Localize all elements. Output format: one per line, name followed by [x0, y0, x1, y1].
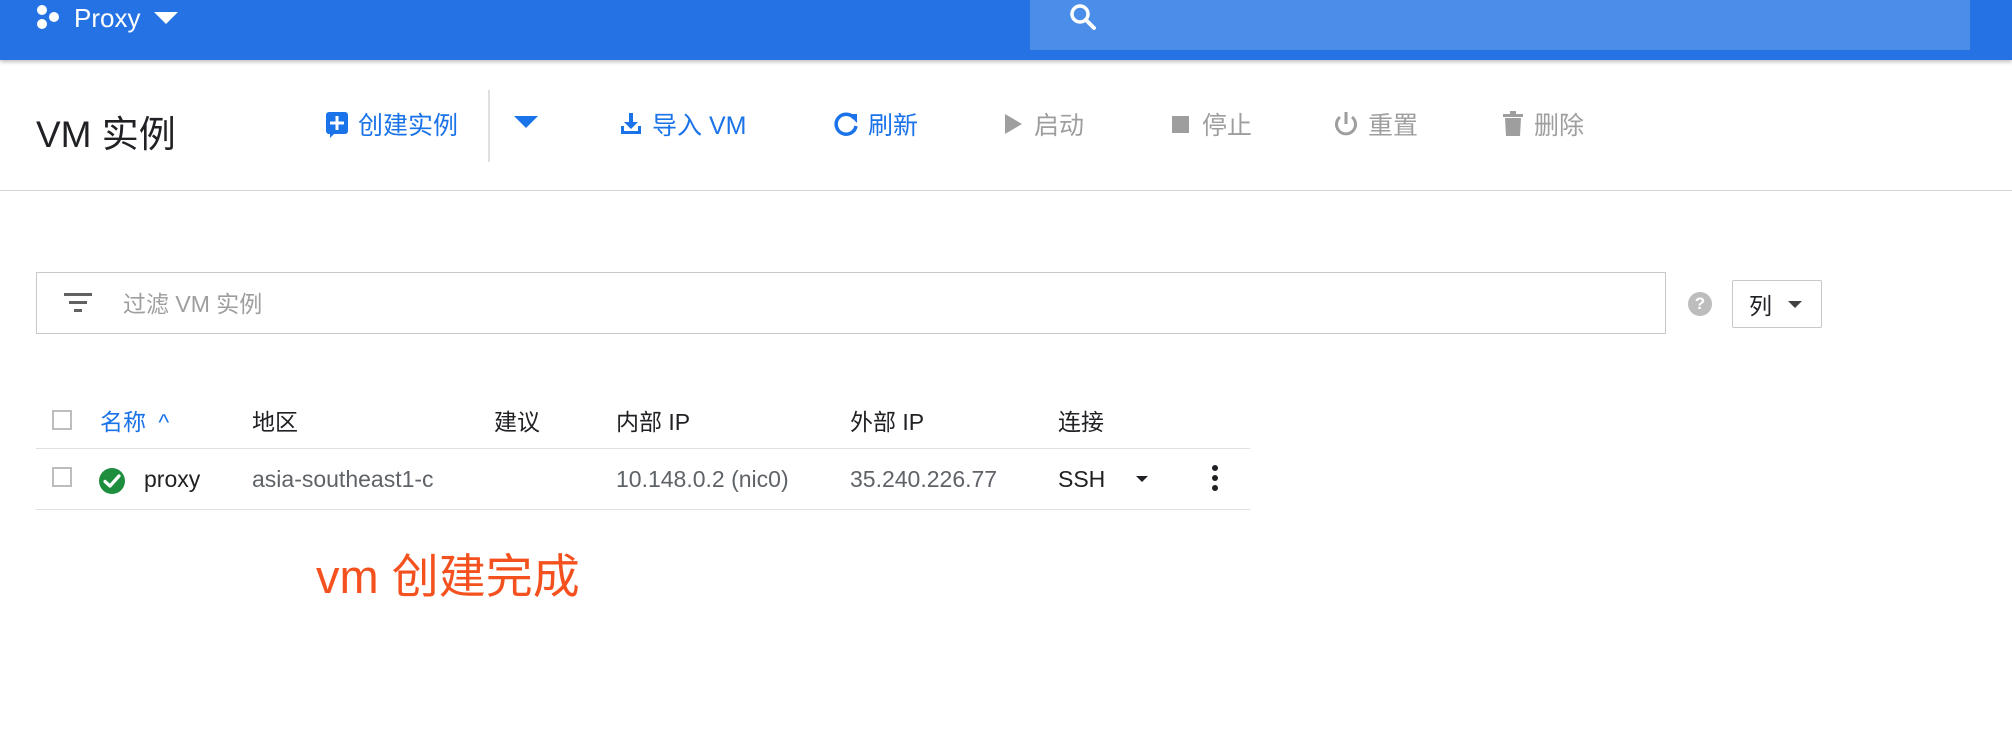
create-dropdown-caret-icon[interactable] [514, 116, 538, 128]
instance-name-link[interactable]: proxy [144, 449, 200, 509]
download-icon [621, 113, 641, 134]
help-icon[interactable]: ? [1688, 292, 1712, 316]
column-header-connect[interactable]: 连接 [1058, 396, 1104, 448]
project-dots-icon [37, 5, 59, 29]
table-header: 名称 ^ 地区 建议 内部 IP 外部 IP 连接 [36, 396, 1250, 449]
column-header-name[interactable]: 名称 ^ [100, 396, 169, 448]
filter-bar [36, 272, 1666, 334]
delete-button[interactable]: 删除 [1500, 106, 1584, 142]
top-app-bar: Proxy [0, 0, 2012, 60]
search-input[interactable] [1030, 0, 1970, 50]
filter-input[interactable] [121, 283, 1625, 325]
select-all-checkbox[interactable] [52, 410, 72, 430]
start-label: 启动 [1034, 112, 1085, 140]
stop-button[interactable]: 停止 [1168, 106, 1252, 142]
columns-button[interactable]: 列 [1732, 280, 1822, 328]
reset-label: 重置 [1368, 112, 1419, 140]
ssh-dropdown-caret-icon[interactable] [1136, 476, 1148, 482]
import-vm-button[interactable]: 导入 VM [618, 106, 746, 142]
action-bar: VM 实例 创建实例 导入 VM 刷新 启动 停止 重置 删除 [0, 60, 2012, 191]
toolbar-divider [488, 90, 490, 162]
add-box-icon [326, 112, 348, 138]
create-instance-label: 创建实例 [358, 112, 459, 140]
columns-label: 列 [1749, 293, 1772, 319]
stop-label: 停止 [1202, 112, 1253, 140]
create-instance-button[interactable]: 创建实例 [324, 106, 458, 142]
refresh-icon [834, 112, 858, 136]
start-button[interactable]: 启动 [1000, 106, 1084, 142]
refresh-button[interactable]: 刷新 [832, 106, 918, 142]
trash-icon [1503, 111, 1523, 136]
row-checkbox[interactable] [52, 467, 72, 487]
chevron-down-icon [154, 12, 179, 24]
import-vm-label: 导入 VM [652, 112, 747, 140]
refresh-label: 刷新 [868, 112, 919, 140]
power-icon [1335, 112, 1357, 136]
column-header-zone[interactable]: 地区 [252, 396, 298, 448]
sort-ascending-icon: ^ [158, 409, 170, 435]
column-header-internal-ip[interactable]: 内部 IP [616, 396, 690, 448]
filter-list-icon [64, 293, 92, 312]
check-circle-icon [99, 468, 125, 494]
annotation-text: vm 创建完成 [316, 550, 580, 603]
stop-icon [1172, 116, 1189, 133]
delete-label: 删除 [1534, 112, 1585, 140]
instance-external-ip[interactable]: 35.240.226.77 [850, 449, 997, 509]
more-vert-icon[interactable] [1212, 465, 1220, 495]
search-icon [1070, 4, 1096, 30]
column-header-recommendation[interactable]: 建议 [494, 396, 540, 448]
instance-internal-ip: 10.148.0.2 (nic0) [616, 466, 789, 492]
page-title: VM 实例 [36, 114, 176, 155]
play-icon [1005, 114, 1022, 134]
ssh-button[interactable]: SSH [1058, 449, 1105, 509]
reset-button[interactable]: 重置 [1332, 106, 1418, 142]
project-name: Proxy [74, 2, 141, 33]
project-selector[interactable]: Proxy [34, 0, 179, 36]
chevron-down-icon [1788, 300, 1802, 308]
column-header-external-ip[interactable]: 外部 IP [850, 396, 924, 448]
column-header-name-label: 名称 [100, 409, 146, 435]
table-row: proxy asia-southeast1-c 10.148.0.2 (nic0… [36, 449, 1250, 510]
instance-zone: asia-southeast1-c [252, 466, 434, 492]
